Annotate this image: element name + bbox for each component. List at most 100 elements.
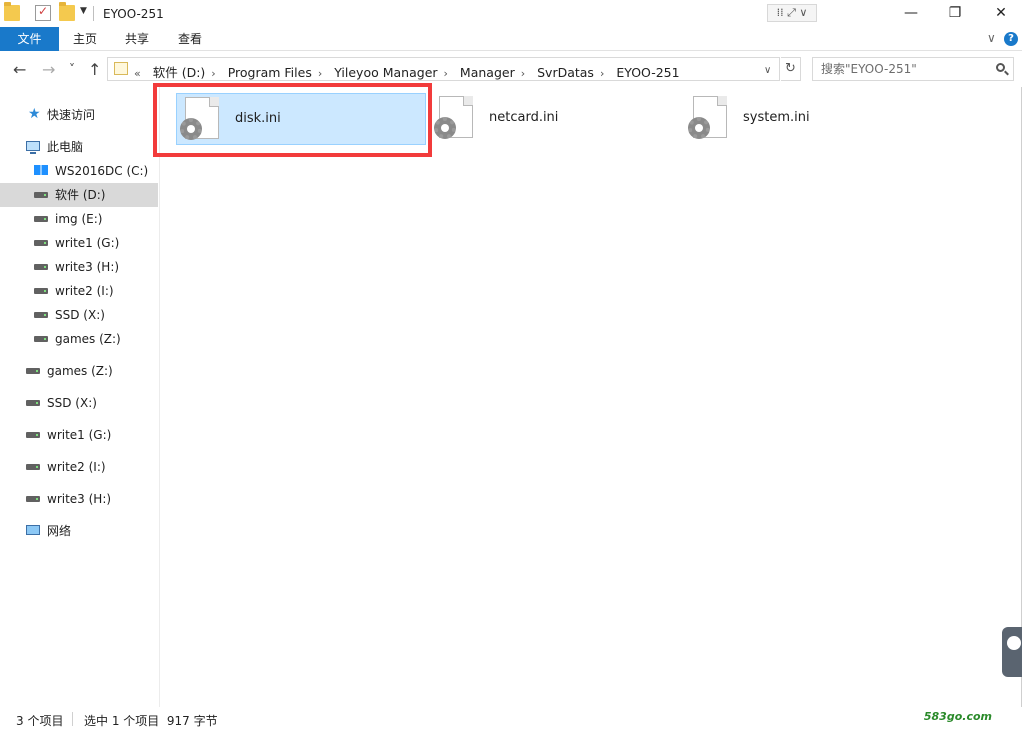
explorer-window: ▼ EYOO-251 ⁞⁞ ⤢ ∨ — ❐ ✕ 文件 主页 共享 查看 ∨ ? … [0,0,1022,731]
drive-icon [34,336,48,342]
ribbon-expand-icon[interactable]: ∨ [987,31,996,45]
title-separator [93,6,94,21]
watermark: 583go.com [923,710,992,723]
sidebar-item-this-pc[interactable]: 此电脑 [0,135,158,159]
up-button[interactable]: ↑ [88,60,101,79]
search-input[interactable] [813,58,991,80]
star-icon [28,102,42,126]
sidebar-item-label: 网络 [47,524,72,538]
folder-icon [114,62,128,75]
quick-access-dropdown-icon[interactable]: ▼ [80,6,87,16]
sidebar-item-network-drive-g[interactable]: write1 (G:) [0,423,158,447]
sidebar-item-label: games (Z:) [47,364,113,378]
back-button[interactable]: ← [13,60,26,79]
sidebar-item-network-drive-h[interactable]: write3 (H:) [0,487,158,511]
tab-view[interactable]: 查看 [168,27,212,51]
sidebar-item-label: write1 (G:) [55,236,120,250]
sidebar-item-drive-d[interactable]: 软件 (D:) [0,183,158,207]
gear-icon [688,117,710,139]
teamviewer-tab-icon[interactable] [1002,627,1022,677]
sidebar-item-label: games (Z:) [55,332,121,346]
sidebar-item-network-drive-i[interactable]: write2 (I:) [0,455,158,479]
chevron-right-icon[interactable]: › [521,67,525,80]
ribbon: 文件 主页 共享 查看 ∨ ? [0,27,1022,51]
breadcrumb-drive-d[interactable]: 软件 (D:) [153,65,206,80]
file-name: netcard.ini [489,110,559,125]
drive-icon [26,368,40,374]
window-title: EYOO-251 [103,7,164,21]
sidebar-item-label: 软件 (D:) [55,188,106,202]
network-icon [26,525,40,535]
breadcrumb: « 软件 (D:) › Program Files › Yileyoo Manage… [134,62,686,81]
file-list: disk.ini netcard.ini system.ini [161,87,1021,707]
chevron-right-icon[interactable]: › [600,67,604,80]
sidebar-item-drive-c[interactable]: WS2016DC (C:) [0,159,158,183]
drive-icon [34,216,48,222]
sidebar-item-network-drive-z[interactable]: games (Z:) [0,359,158,383]
folder-icon [4,2,20,21]
maximize-button[interactable]: ❐ [932,0,978,27]
sidebar-item-network[interactable]: 网络 [0,519,158,543]
sidebar-item-drive-e[interactable]: img (E:) [0,207,158,231]
window-title-stub: ⁞⁞ ⤢ ∨ [767,4,817,22]
status-separator [72,712,73,726]
address-dropdown-icon[interactable]: ∨ [764,65,771,76]
breadcrumb-yileyoo-manager[interactable]: Yileyoo Manager [334,65,437,80]
tab-share[interactable]: 共享 [115,27,159,51]
title-bar: ▼ EYOO-251 ⁞⁞ ⤢ ∨ — ❐ ✕ [0,0,1022,27]
properties-icon[interactable] [35,4,51,21]
drive-icon [34,288,48,294]
sidebar-item-label: 快速访问 [47,108,96,122]
sidebar-item-drive-g[interactable]: write1 (G:) [0,231,158,255]
breadcrumb-program-files[interactable]: Program Files [228,65,312,80]
drive-icon [34,240,48,246]
file-item-system-ini[interactable]: system.ini [685,93,935,145]
sidebar-item-drive-x[interactable]: SSD (X:) [0,303,158,327]
sidebar-item-label: write1 (G:) [47,428,112,442]
gear-icon [434,117,456,139]
sidebar-item-drive-z[interactable]: games (Z:) [0,327,158,351]
close-button[interactable]: ✕ [978,0,1022,27]
drive-icon [26,400,40,406]
breadcrumb-svrdatas[interactable]: SvrDatas [537,65,594,80]
tab-home[interactable]: 主页 [63,27,107,51]
sidebar-item-drive-h[interactable]: write3 (H:) [0,255,158,279]
sidebar-item-label: write2 (I:) [55,284,114,298]
recent-locations-button[interactable]: ˅ [69,62,75,76]
breadcrumb-overflow-icon[interactable]: « [134,67,141,80]
item-count: 3 个项目 [16,714,64,728]
sidebar-item-label: write3 (H:) [47,492,112,506]
windows-drive-icon [34,165,48,175]
sidebar-item-quick-access[interactable]: 快速访问 [0,102,158,127]
sidebar-item-label: write3 (H:) [55,260,120,274]
search-box[interactable] [812,57,1014,81]
chevron-right-icon[interactable]: › [318,67,322,80]
chevron-right-icon[interactable]: › [444,67,448,80]
forward-button[interactable]: → [42,60,55,79]
search-icon[interactable] [996,63,1005,72]
drive-icon [26,464,40,470]
refresh-button[interactable]: ↻ [781,57,801,81]
annotation-highlight-box [153,83,432,157]
new-folder-icon[interactable] [59,2,75,21]
sidebar-item-label: WS2016DC (C:) [55,164,149,178]
tab-file[interactable]: 文件 [0,27,59,51]
help-icon[interactable]: ? [1004,32,1018,46]
navigation-pane: 快速访问 此电脑 WS2016DC (C:) 软件 (D:) img (E:) … [0,87,160,707]
drive-icon [26,496,40,502]
breadcrumb-eyoo-251[interactable]: EYOO-251 [616,65,679,80]
breadcrumb-manager[interactable]: Manager [460,65,515,80]
address-bar[interactable]: « 软件 (D:) › Program Files › Yileyoo Manage… [107,57,780,81]
drive-icon [26,432,40,438]
file-item-netcard-ini[interactable]: netcard.ini [431,93,681,145]
status-bar: 3 个项目 选中 1 个项目 917 字节 583go.com [0,707,1022,731]
sidebar-item-label: img (E:) [55,212,103,226]
chevron-right-icon[interactable]: › [211,67,215,80]
sidebar-item-label: 此电脑 [47,140,84,154]
selection-info: 选中 1 个项目 917 字节 [84,714,218,728]
minimize-button[interactable]: — [888,0,934,27]
ini-settings-file-icon [688,96,727,139]
navigation-bar: ← → ˅ ↑ « 软件 (D:) › Program Files › Yileyo… [0,51,1022,87]
sidebar-item-network-drive-x[interactable]: SSD (X:) [0,391,158,415]
sidebar-item-drive-i[interactable]: write2 (I:) [0,279,158,303]
